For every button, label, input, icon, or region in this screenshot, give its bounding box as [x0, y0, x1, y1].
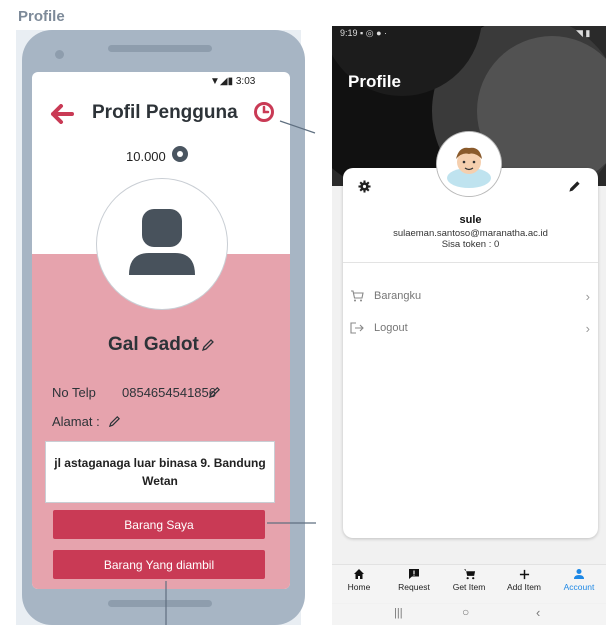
connector-history [279, 120, 316, 134]
home-circle-icon[interactable]: ○ [462, 605, 469, 619]
nav-request[interactable]: Request [387, 566, 441, 592]
request-icon [387, 566, 441, 582]
card-divider [343, 262, 598, 263]
account-icon [552, 566, 606, 582]
settings-gear-icon[interactable] [358, 180, 371, 198]
nav-account[interactable]: Account [552, 566, 606, 592]
edit-profile-icon[interactable] [568, 180, 581, 198]
nav-label: Account [563, 582, 595, 592]
status-time: 9:19 [340, 28, 358, 38]
cart-icon [350, 290, 368, 302]
cartoon-avatar-icon [437, 132, 501, 196]
menu-item-logout[interactable]: Logout › [350, 317, 590, 339]
nav-add-item[interactable]: Add Item [497, 566, 551, 592]
profile-email: sulaeman.santoso@maranatha.ac.id [393, 228, 548, 239]
nav-home[interactable]: Home [332, 566, 386, 592]
home-icon [332, 566, 386, 582]
nav-label: Get Item [452, 582, 486, 592]
plus-icon [497, 566, 551, 582]
chevron-right-icon: › [585, 288, 590, 304]
cart-icon [442, 566, 496, 582]
recent-apps-icon[interactable]: ||| [394, 607, 403, 619]
menu-item-barangku[interactable]: Barangku › [350, 285, 590, 307]
back-chevron-icon[interactable]: ‹ [536, 605, 540, 620]
nav-get-item[interactable]: Get Item [442, 566, 496, 592]
app-status-bar: 9:19 ▪ ◎ ● · [340, 28, 387, 39]
token-balance: Sisa token : 0 [441, 239, 500, 250]
logout-icon [350, 322, 368, 334]
app-page-title: Profile [348, 72, 401, 91]
nav-label: Add Item [506, 582, 542, 592]
avatar[interactable] [437, 132, 501, 196]
battery-icon: ◥ ▮ [576, 28, 591, 38]
menu-item-label: Logout [374, 322, 408, 334]
nav-label: Request [398, 582, 430, 592]
menu-item-label: Barangku [374, 290, 422, 302]
nav-label: Home [347, 582, 371, 592]
notification-icons: ▪ ◎ ● · [360, 28, 388, 38]
chevron-right-icon: › [585, 320, 590, 336]
profile-name: sule [459, 214, 482, 226]
